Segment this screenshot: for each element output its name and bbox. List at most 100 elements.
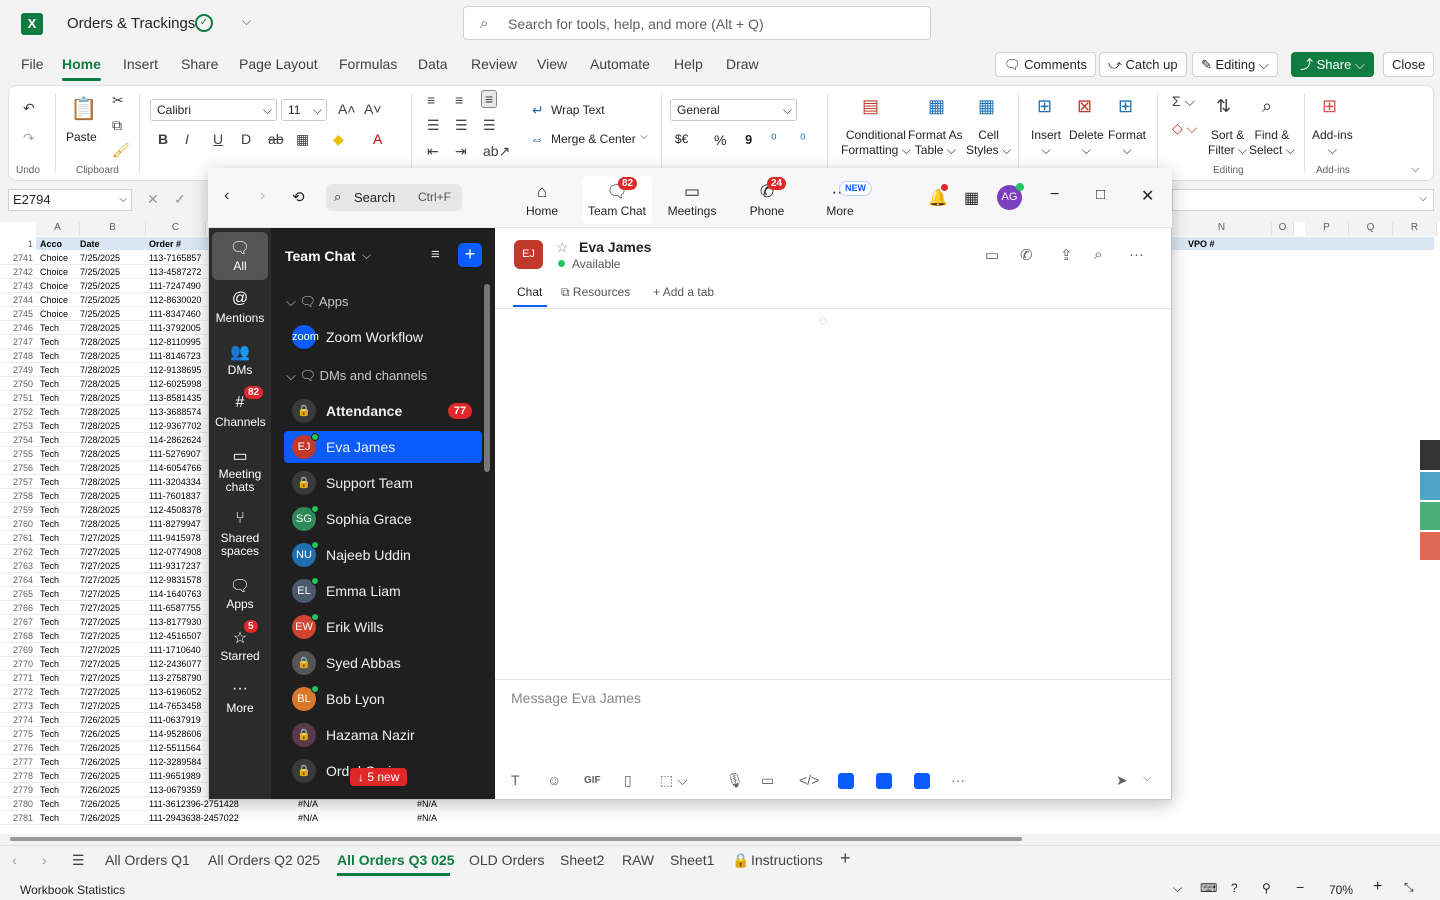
row-number[interactable]: 2763 bbox=[0, 559, 36, 573]
cell[interactable]: 111-5276907 bbox=[149, 447, 201, 461]
row-number[interactable]: 2757 bbox=[0, 475, 36, 489]
cell[interactable]: 112-8110995 bbox=[149, 335, 201, 349]
cell[interactable]: 112-4516507 bbox=[149, 629, 201, 643]
cell[interactable]: 7/27/2025 bbox=[80, 657, 120, 671]
more-options-icon[interactable]: ··· bbox=[1129, 246, 1144, 263]
cell[interactable]: 113-3688574 bbox=[149, 405, 201, 419]
video-call-icon[interactable]: ▭ bbox=[985, 246, 999, 264]
cell[interactable]: Choice bbox=[40, 279, 68, 293]
cell[interactable]: Tech bbox=[40, 783, 59, 797]
cell[interactable]: #N/A bbox=[298, 811, 318, 825]
gif-icon[interactable]: GIF bbox=[584, 775, 601, 786]
column-header[interactable]: C bbox=[146, 222, 206, 236]
cell[interactable]: Tech bbox=[40, 377, 59, 391]
paste-icon[interactable]: 📋 bbox=[70, 96, 97, 122]
row-number[interactable]: 2747 bbox=[0, 335, 36, 349]
cell[interactable]: Tech bbox=[40, 517, 59, 531]
formula-bar-input[interactable]: ⌵ bbox=[1172, 189, 1434, 211]
fill-color-icon[interactable]: ◆ bbox=[333, 131, 344, 148]
row-number[interactable]: 2742 bbox=[0, 265, 36, 279]
chat-list-item[interactable]: 🔒 Attendance 77 bbox=[284, 395, 482, 427]
filter-icon[interactable]: ≡ bbox=[431, 246, 440, 263]
cell[interactable]: 7/28/2025 bbox=[80, 433, 120, 447]
cell[interactable]: Tech bbox=[40, 545, 59, 559]
cell[interactable]: 113-0679359 bbox=[149, 783, 201, 797]
cell[interactable]: 7/25/2025 bbox=[80, 279, 120, 293]
row-number[interactable]: 2777 bbox=[0, 755, 36, 769]
cell[interactable]: Choice bbox=[40, 307, 68, 321]
all-sheets-icon[interactable]: ☰ bbox=[72, 852, 85, 869]
close-button[interactable]: Close bbox=[1383, 52, 1435, 77]
cell[interactable]: Tech bbox=[40, 531, 59, 545]
app-icon[interactable] bbox=[914, 773, 930, 789]
chat-tab[interactable]: Chat bbox=[517, 285, 542, 299]
cell[interactable]: 113-4587272 bbox=[149, 265, 201, 279]
code-icon[interactable]: </> bbox=[799, 772, 819, 788]
cell[interactable]: 114-1640763 bbox=[149, 587, 201, 601]
menu-formulas[interactable]: Formulas bbox=[339, 56, 397, 72]
cell[interactable]: 112-4508378 bbox=[149, 503, 201, 517]
cell[interactable]: 7/28/2025 bbox=[80, 503, 120, 517]
chat-list-item[interactable]: EL Emma Liam bbox=[284, 575, 482, 607]
chat-name[interactable]: Eva James bbox=[579, 239, 651, 255]
chat-avatar[interactable]: EJ bbox=[514, 240, 543, 269]
row-number[interactable]: 2764 bbox=[0, 573, 36, 587]
comments-button[interactable]: 🗨 Comments bbox=[995, 52, 1096, 77]
align-left-icon[interactable]: ☰ bbox=[427, 117, 440, 134]
cell[interactable]: 111-3204334 bbox=[149, 475, 201, 489]
addins-icon[interactable]: ⊞ bbox=[1322, 96, 1337, 117]
column-header[interactable]: P bbox=[1305, 222, 1349, 236]
video-message-icon[interactable]: ▭ bbox=[761, 772, 774, 789]
row-number[interactable]: 2753 bbox=[0, 419, 36, 433]
undo-icon[interactable]: ↶ bbox=[23, 100, 35, 117]
sheet-tab[interactable]: Instructions bbox=[751, 852, 823, 868]
confirm-formula-icon[interactable]: ✓ bbox=[174, 191, 186, 208]
column-header[interactable]: R bbox=[1393, 222, 1437, 236]
side-tab[interactable] bbox=[1420, 472, 1440, 500]
search-icon[interactable]: ⌕ bbox=[1094, 246, 1102, 263]
forward-icon[interactable]: › bbox=[260, 187, 265, 205]
insert-cells-icon[interactable]: ⊞ bbox=[1037, 96, 1052, 117]
cell[interactable]: Tech bbox=[40, 489, 59, 503]
menu-help[interactable]: Help bbox=[674, 56, 703, 72]
star-icon[interactable]: ☆ bbox=[556, 239, 569, 256]
merge-center-button[interactable]: Merge & Center bbox=[551, 132, 636, 146]
row-number[interactable]: 2750 bbox=[0, 377, 36, 391]
cell[interactable]: 7/27/2025 bbox=[80, 629, 120, 643]
help-icon[interactable]: ? bbox=[1231, 881, 1238, 895]
chat-list-item[interactable]: zoom Zoom Workflow bbox=[284, 321, 482, 353]
cell[interactable]: 7/27/2025 bbox=[80, 531, 120, 545]
comma-style-button[interactable]: 9 bbox=[745, 132, 752, 147]
cell[interactable]: 111-9651989 bbox=[149, 769, 201, 783]
sort-filter-button[interactable]: Sort & Filter ⌵ bbox=[1208, 128, 1247, 158]
cell[interactable]: 7/27/2025 bbox=[80, 685, 120, 699]
chevron-down-icon[interactable]: ⌵ bbox=[362, 248, 371, 263]
editing-mode-button[interactable]: ✎ Editing ⌵ bbox=[1192, 52, 1278, 77]
cell[interactable]: Tech bbox=[40, 475, 59, 489]
row-number[interactable]: 2781 bbox=[0, 811, 36, 825]
cell[interactable]: Tech bbox=[40, 587, 59, 601]
cell[interactable]: 111-3792005 bbox=[149, 321, 201, 335]
side-tab[interactable] bbox=[1420, 502, 1440, 530]
cell[interactable]: Tech bbox=[40, 727, 59, 741]
cell[interactable]: Tech bbox=[40, 321, 59, 335]
section-apps[interactable]: ⌵ 🗨 Apps bbox=[286, 294, 349, 310]
cell[interactable]: 7/26/2025 bbox=[80, 811, 120, 825]
cell[interactable]: 7/28/2025 bbox=[80, 419, 120, 433]
menu-file[interactable]: File bbox=[21, 56, 44, 72]
zoom-search-box[interactable]: ⌕ Search Ctrl+F bbox=[326, 184, 462, 211]
row-number[interactable]: 2758 bbox=[0, 489, 36, 503]
rail-item[interactable]: 🗨 Apps bbox=[209, 576, 271, 611]
cell[interactable]: 7/25/2025 bbox=[80, 293, 120, 307]
list-title[interactable]: Team Chat bbox=[285, 248, 356, 264]
cell[interactable]: 112-0774908 bbox=[149, 545, 201, 559]
rail-item[interactable]: @ Mentions bbox=[209, 290, 271, 325]
chat-list-item[interactable]: 🔒 Support Team bbox=[284, 467, 482, 499]
cell[interactable]: Tech bbox=[40, 797, 59, 811]
cell[interactable]: 7/25/2025 bbox=[80, 307, 120, 321]
row-number[interactable]: 2773 bbox=[0, 699, 36, 713]
accessibility-icon[interactable]: ⚲ bbox=[1262, 881, 1271, 895]
cell[interactable]: Tech bbox=[40, 391, 59, 405]
horizontal-scrollbar[interactable] bbox=[0, 834, 1440, 844]
menu-insert[interactable]: Insert bbox=[123, 56, 158, 72]
